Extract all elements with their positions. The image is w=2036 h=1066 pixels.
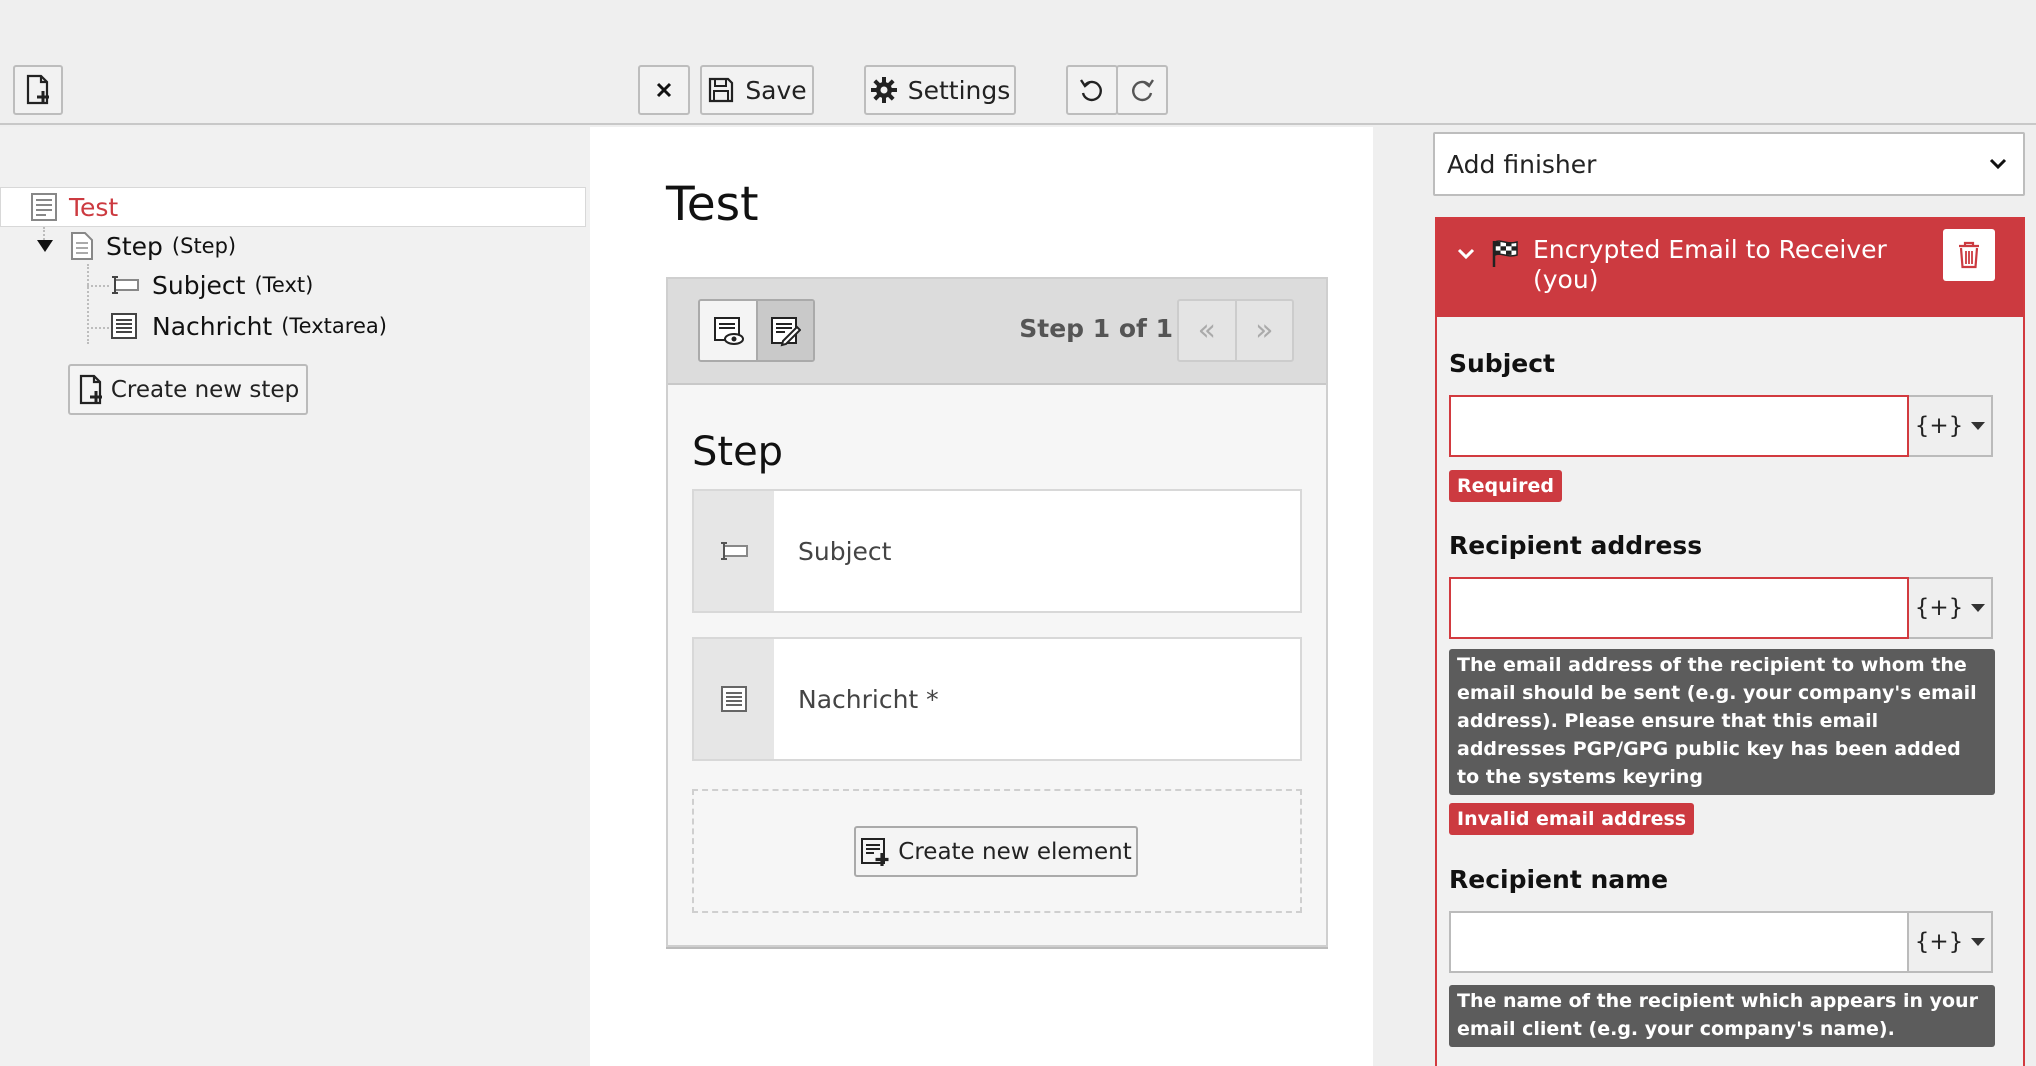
triangle-down-icon[interactable] bbox=[35, 238, 55, 254]
page-icon bbox=[71, 232, 93, 260]
next-step-button[interactable]: » bbox=[1237, 301, 1293, 360]
form-element-nachricht[interactable]: Nachricht * bbox=[692, 637, 1302, 761]
toolbar: Save Settings bbox=[0, 0, 2036, 125]
floppy-disk-icon bbox=[709, 77, 734, 103]
form-element-icon bbox=[694, 639, 774, 759]
preview-mode-button[interactable] bbox=[700, 301, 758, 360]
save-label: Save bbox=[745, 75, 807, 105]
tree-connector bbox=[87, 264, 89, 344]
tree-item-step[interactable]: Step (Step) bbox=[35, 227, 236, 265]
recipient-name-placeholder-button[interactable]: {+} bbox=[1909, 911, 1993, 973]
edit-form-icon bbox=[771, 316, 802, 346]
step-title: Step bbox=[692, 429, 784, 475]
form-element-subject[interactable]: Subject bbox=[692, 489, 1302, 613]
required-badge: Required bbox=[1449, 470, 1563, 502]
redo-icon bbox=[1132, 79, 1154, 102]
caret-down-icon bbox=[1971, 938, 1986, 946]
save-button[interactable]: Save bbox=[700, 65, 814, 115]
tree-item-type: (Textarea) bbox=[281, 314, 387, 338]
create-element-dropzone: Create new element bbox=[692, 789, 1302, 913]
tree-connector bbox=[87, 285, 109, 287]
undo-button[interactable] bbox=[1066, 65, 1118, 115]
caret-down-icon bbox=[1971, 604, 1986, 612]
preview-eye-icon bbox=[713, 316, 744, 345]
chevron-down-icon bbox=[1989, 158, 2007, 170]
recipient-address-help: The email address of the recipient to wh… bbox=[1449, 649, 1995, 795]
tree-item-test[interactable]: Test bbox=[30, 188, 118, 226]
finisher-header: Encrypted Email to Receiver (you) bbox=[1437, 219, 2023, 317]
create-new-step-button[interactable]: Create new step bbox=[68, 364, 308, 415]
step-panel: Step 1 of 1 « » Step Subject Nachricht *… bbox=[666, 277, 1328, 947]
create-new-element-label: Create new element bbox=[898, 838, 1132, 865]
tree-item-label: Step bbox=[106, 231, 163, 261]
recipient-address-input[interactable] bbox=[1449, 577, 1909, 639]
add-finisher-label: Add finisher bbox=[1447, 149, 1597, 179]
new-document-icon bbox=[79, 374, 102, 404]
collapse-chevron-icon[interactable] bbox=[1457, 247, 1475, 261]
gear-icon bbox=[870, 77, 897, 103]
create-new-step-label: Create new step bbox=[110, 376, 300, 403]
text-field-icon bbox=[112, 276, 139, 294]
close-icon bbox=[656, 82, 672, 98]
new-document-icon bbox=[26, 74, 49, 105]
subject-input[interactable] bbox=[1449, 395, 1909, 457]
placeholder-label: {+} bbox=[1914, 413, 1964, 439]
new-element-icon bbox=[861, 837, 889, 866]
undo-icon bbox=[1080, 79, 1102, 102]
step-pager: « » bbox=[1177, 299, 1294, 362]
finisher-title: Encrypted Email to Receiver (you) bbox=[1533, 235, 1887, 294]
tree-item-subject[interactable]: Subject (Text) bbox=[110, 266, 313, 304]
tree-item-nachricht[interactable]: Nachricht (Textarea) bbox=[110, 307, 387, 345]
checkered-flag-icon bbox=[1492, 240, 1518, 267]
subject-placeholder-button[interactable]: {+} bbox=[1909, 395, 1993, 457]
close-button[interactable] bbox=[638, 65, 690, 115]
form-title: Test bbox=[666, 177, 759, 232]
add-finisher-select[interactable]: Add finisher bbox=[1433, 132, 2025, 196]
tree-connector bbox=[87, 327, 109, 329]
recipient-name-input[interactable] bbox=[1449, 911, 1909, 973]
tree-item-label: Nachricht bbox=[152, 311, 273, 341]
tree-item-label: Test bbox=[69, 192, 119, 222]
recipient-name-field-label: Recipient name bbox=[1449, 865, 1669, 894]
settings-label: Settings bbox=[907, 75, 1011, 105]
tree-item-type: (Step) bbox=[171, 234, 237, 258]
textarea-icon bbox=[111, 313, 137, 339]
tree-item-type: (Text) bbox=[254, 273, 314, 297]
recipient-name-help: The name of the recipient which appears … bbox=[1449, 985, 1995, 1047]
abstract-mode-button[interactable] bbox=[757, 301, 813, 360]
text-field-icon bbox=[721, 542, 748, 560]
finisher-encrypted-email: Encrypted Email to Receiver (you) Subjec… bbox=[1435, 217, 2025, 1066]
subject-field-label: Subject bbox=[1449, 349, 1555, 378]
form-element-label: Subject bbox=[798, 536, 892, 566]
caret-down-icon bbox=[1971, 422, 1986, 430]
settings-button[interactable]: Settings bbox=[864, 65, 1016, 115]
step-panel-header: Step 1 of 1 « » bbox=[668, 279, 1326, 385]
tree-item-label: Subject bbox=[152, 270, 246, 300]
form-tree: Test Step (Step) Subject (Text) Nachrich… bbox=[0, 127, 590, 1066]
view-mode-toggle bbox=[698, 299, 815, 362]
recipient-address-field-label: Recipient address bbox=[1449, 531, 1703, 560]
redo-button[interactable] bbox=[1116, 65, 1168, 115]
form-element-label: Nachricht * bbox=[798, 684, 939, 714]
invalid-email-badge: Invalid email address bbox=[1449, 803, 1695, 835]
trash-icon bbox=[1959, 241, 1979, 269]
step-counter: Step 1 of 1 bbox=[1019, 314, 1173, 343]
create-new-element-button[interactable]: Create new element bbox=[854, 826, 1138, 877]
recipient-address-placeholder-button[interactable]: {+} bbox=[1909, 577, 1993, 639]
form-element-icon bbox=[694, 491, 774, 611]
textarea-icon bbox=[721, 686, 747, 712]
placeholder-label: {+} bbox=[1914, 929, 1964, 955]
placeholder-label: {+} bbox=[1914, 595, 1964, 621]
form-icon bbox=[31, 193, 57, 221]
form-stage: Test Step 1 of 1 « » Step Subject Nachri… bbox=[590, 127, 1373, 1066]
new-form-button[interactable] bbox=[13, 65, 63, 115]
inspector-panel: Add finisher Encrypted Email to Receiver… bbox=[1373, 127, 2036, 1066]
remove-finisher-button[interactable] bbox=[1943, 229, 1995, 281]
previous-step-button[interactable]: « bbox=[1179, 301, 1237, 360]
